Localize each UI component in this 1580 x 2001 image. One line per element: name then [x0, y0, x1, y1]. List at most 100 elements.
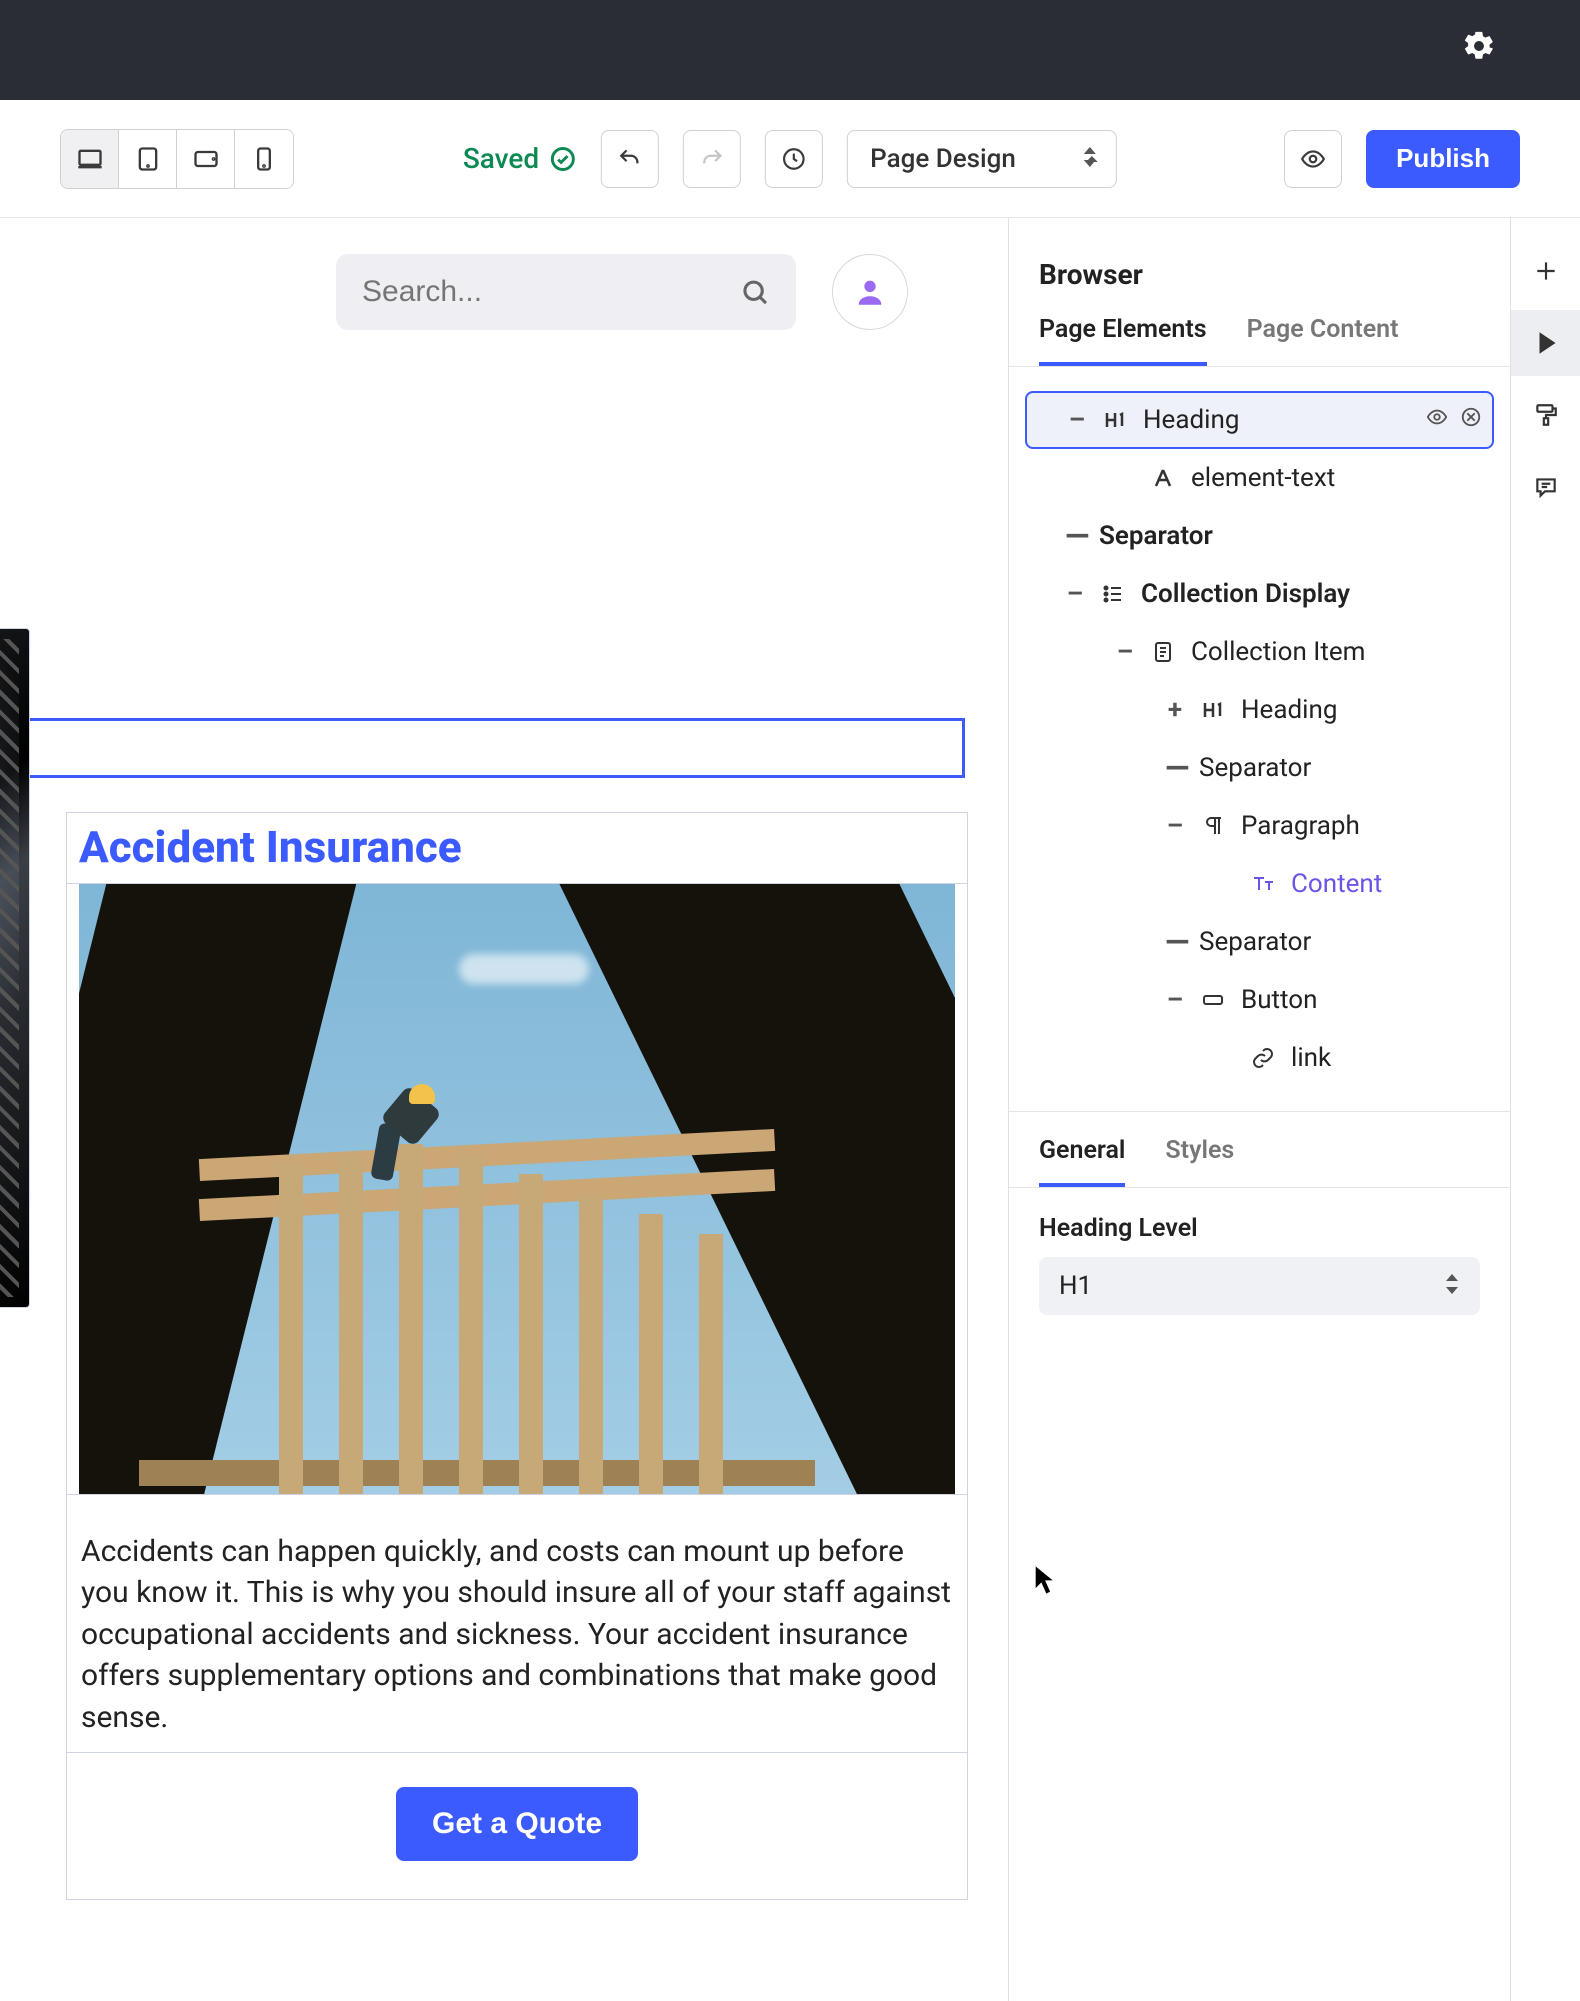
collapse-icon[interactable]: – — [1115, 637, 1135, 667]
heading-level-select[interactable]: H1 — [1039, 1257, 1480, 1315]
button-icon — [1199, 986, 1227, 1014]
redo-icon — [699, 146, 725, 172]
minus-icon: — — [1165, 923, 1185, 961]
device-tablet-portrait-button[interactable] — [177, 130, 235, 188]
right-rail — [1510, 218, 1580, 2001]
h1-icon — [1199, 696, 1227, 724]
tree-collection-item[interactable]: – Collection Item — [1025, 623, 1494, 681]
search-icon — [740, 276, 770, 308]
properties-tabs: General Styles — [1009, 1112, 1510, 1188]
tree-heading-child[interactable]: + Heading — [1025, 681, 1494, 739]
insurance-card[interactable]: Accident Insurance Accidents c — [66, 812, 968, 1900]
canvas: Accident Insurance Accidents c — [0, 218, 1008, 2001]
browser-panel: Browser Page Elements Page Content – Hea… — [1008, 218, 1510, 2001]
tree-separator-1[interactable]: — Separator — [1025, 507, 1494, 565]
tree-label: Collection Display — [1141, 579, 1350, 609]
tree-label: Separator — [1199, 927, 1311, 957]
tab-general[interactable]: General — [1039, 1136, 1125, 1187]
settings-icon[interactable] — [1462, 29, 1496, 72]
collapse-icon[interactable]: – — [1067, 405, 1087, 435]
eye-icon — [1300, 146, 1326, 172]
link-icon — [1249, 1044, 1277, 1072]
toolbar-center: Saved Page Design — [463, 130, 1117, 188]
tree-label: link — [1291, 1043, 1331, 1073]
publish-button[interactable]: Publish — [1366, 130, 1520, 188]
collapse-icon[interactable]: – — [1165, 811, 1185, 841]
sort-icon — [1082, 144, 1098, 174]
history-button[interactable] — [765, 130, 823, 188]
device-desktop-button[interactable] — [61, 130, 119, 188]
heading-level-label: Heading Level — [1039, 1214, 1480, 1243]
tree-label: Collection Item — [1191, 637, 1365, 667]
save-status: Saved — [463, 142, 577, 175]
tree-label: Paragraph — [1241, 811, 1360, 841]
tree-label: Heading — [1143, 405, 1239, 435]
heading-level-value: H1 — [1059, 1271, 1092, 1301]
comment-icon — [1533, 474, 1559, 500]
toolbar-right: Publish — [1284, 130, 1520, 188]
h1-icon — [1101, 406, 1129, 434]
cursor-play-icon — [1533, 330, 1559, 356]
tree-label: Content — [1291, 869, 1382, 899]
app-top-bar — [0, 0, 1580, 100]
minus-icon: — — [1165, 749, 1185, 787]
tt-icon — [1249, 870, 1277, 898]
collapse-icon[interactable]: – — [1065, 579, 1085, 609]
tree-label: Separator — [1199, 753, 1311, 783]
text-icon — [1149, 464, 1177, 492]
save-status-label: Saved — [463, 142, 539, 175]
browser-panel-button[interactable] — [1511, 310, 1580, 376]
preview-button[interactable] — [1284, 130, 1342, 188]
delete-icon[interactable] — [1460, 405, 1482, 435]
comments-panel-button[interactable] — [1511, 454, 1580, 520]
editor-toolbar: Saved Page Design Publish — [0, 100, 1580, 218]
undo-icon — [617, 146, 643, 172]
clock-icon — [781, 146, 807, 172]
tab-page-content[interactable]: Page Content — [1247, 315, 1399, 366]
tree-collection-display[interactable]: – Collection Display — [1025, 565, 1494, 623]
selected-heading-outline[interactable] — [0, 718, 965, 778]
collapse-icon[interactable]: – — [1165, 985, 1185, 1015]
tree-element-text[interactable]: element-text — [1025, 449, 1494, 507]
expand-icon[interactable]: + — [1165, 695, 1185, 725]
undo-button[interactable] — [601, 130, 659, 188]
page-mode-label: Page Design — [870, 144, 1016, 174]
device-switcher — [60, 129, 294, 189]
user-icon — [853, 275, 887, 309]
card-image — [79, 884, 955, 1494]
tree-label: Button — [1241, 985, 1317, 1015]
tree-separator-3[interactable]: — Separator — [1025, 913, 1494, 971]
device-tablet-landscape-button[interactable] — [119, 130, 177, 188]
list-icon — [1099, 580, 1127, 608]
card-body[interactable]: Accidents can happen quickly, and costs … — [67, 1495, 967, 1752]
properties-body: Heading Level H1 — [1009, 1188, 1510, 1341]
tree-label: element-text — [1191, 463, 1335, 493]
card-title[interactable]: Accident Insurance — [67, 813, 967, 883]
tab-styles[interactable]: Styles — [1165, 1136, 1234, 1187]
design-panel-button[interactable] — [1511, 382, 1580, 448]
page-mode-select[interactable]: Page Design — [847, 130, 1117, 188]
paint-roller-icon — [1533, 402, 1559, 428]
tree-button[interactable]: – Button — [1025, 971, 1494, 1029]
item-icon — [1149, 638, 1177, 666]
browser-tabs: Page Elements Page Content — [1009, 315, 1510, 367]
search-input[interactable] — [362, 275, 740, 309]
add-panel-button[interactable] — [1511, 238, 1580, 304]
plus-icon — [1533, 258, 1559, 284]
tree-label: Heading — [1241, 695, 1337, 725]
device-phone-button[interactable] — [235, 130, 293, 188]
tree-heading[interactable]: – Heading — [1025, 391, 1494, 449]
user-avatar[interactable] — [832, 254, 908, 330]
get-quote-button[interactable]: Get a Quote — [396, 1787, 638, 1861]
adjacent-card — [0, 628, 30, 1308]
tree-paragraph[interactable]: – Paragraph — [1025, 797, 1494, 855]
tree-link[interactable]: link — [1025, 1029, 1494, 1087]
row-actions — [1426, 405, 1482, 435]
tree-separator-2[interactable]: — Separator — [1025, 739, 1494, 797]
tab-page-elements[interactable]: Page Elements — [1039, 315, 1207, 366]
redo-button[interactable] — [683, 130, 741, 188]
visibility-icon[interactable] — [1426, 405, 1448, 435]
search-field[interactable] — [336, 254, 796, 330]
tree-content[interactable]: Content — [1025, 855, 1494, 913]
element-tree: – Heading element-text — Separator – Col… — [1009, 367, 1510, 1112]
